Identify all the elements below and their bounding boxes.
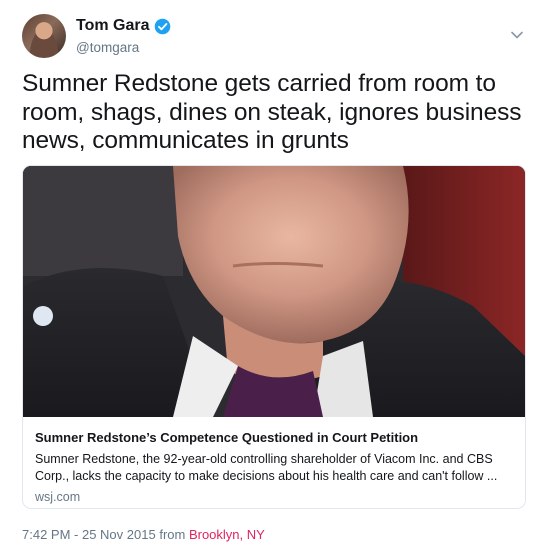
card-description: Sumner Redstone, the 92-year-old control… [35, 452, 498, 483]
card-title[interactable]: Sumner Redstone’s Competence Questioned … [35, 430, 513, 446]
card-domain: wsj.com [35, 490, 81, 504]
timestamp[interactable]: 7:42 PM - 25 Nov 2015 [22, 527, 156, 542]
avatar[interactable] [22, 14, 66, 58]
name-row: Tom Gara [76, 16, 171, 36]
from-label: from [159, 527, 186, 542]
photo-illustration [23, 166, 525, 417]
tweet: Tom Gara @tomgara Sumner Redstone gets c… [0, 0, 550, 549]
tweet-text: Sumner Redstone gets carried from room t… [22, 70, 522, 155]
verified-badge-icon [154, 18, 170, 34]
link-card[interactable]: Sumner Redstone’s Competence Questioned … [22, 165, 526, 509]
author-handle[interactable]: @tomgara [76, 40, 171, 56]
location-link[interactable]: Brooklyn, NY [189, 527, 265, 542]
author-block: Tom Gara @tomgara [76, 16, 171, 56]
author-name[interactable]: Tom Gara [76, 16, 150, 36]
card-body: Sumner Redstone’s Competence Questioned … [23, 417, 525, 505]
tweet-metadata: 7:42 PM - 25 Nov 2015 from Brooklyn, NY [22, 527, 265, 543]
chevron-down-icon[interactable] [510, 28, 524, 42]
card-image[interactable] [23, 166, 525, 417]
